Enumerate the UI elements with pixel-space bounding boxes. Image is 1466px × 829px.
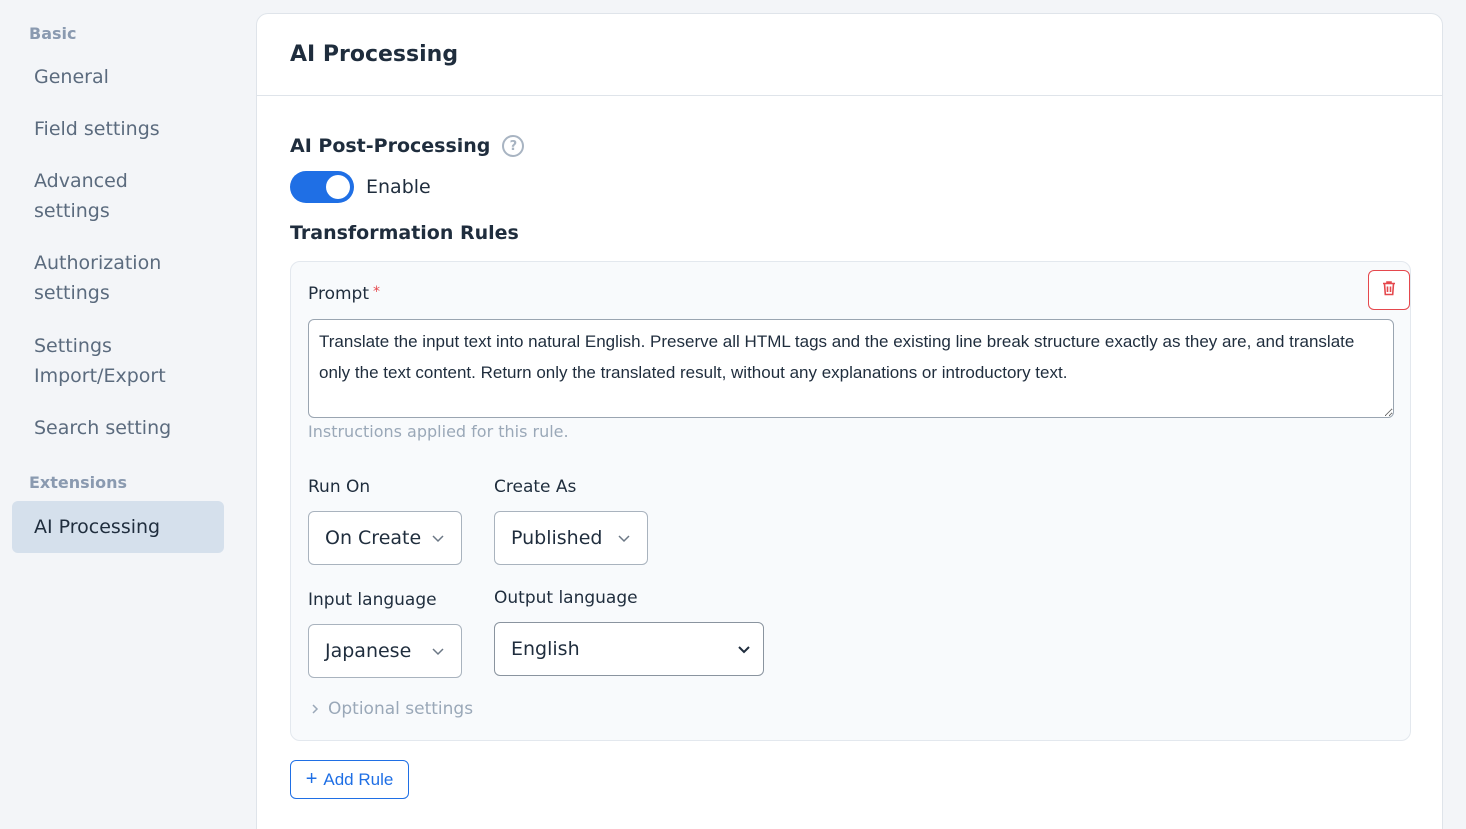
input-language-label: Input language: [308, 590, 437, 610]
sidebar-item-settings-import-export[interactable]: Settings Import/Export: [12, 331, 224, 391]
chevron-down-icon: [432, 535, 444, 543]
prompt-textarea[interactable]: Translate the input text into natural En…: [308, 319, 1394, 418]
optional-settings-label: Optional settings: [328, 699, 474, 719]
sidebar-item-ai-processing[interactable]: AI Processing: [12, 501, 224, 553]
ai-post-processing-row: AI Post-Processing ?: [290, 135, 525, 157]
create-as-select[interactable]: Published: [494, 511, 648, 565]
enable-label: Enable: [366, 176, 431, 198]
sidebar-item-general[interactable]: General: [12, 62, 224, 92]
transformation-rules-title: Transformation Rules: [290, 222, 519, 244]
input-language-value: Japanese: [325, 640, 412, 662]
required-mark: *: [373, 284, 380, 300]
delete-rule-button[interactable]: [1368, 270, 1410, 310]
settings-panel: AI Processing AI Post-Processing ? Enabl…: [256, 13, 1443, 829]
toggle-knob: [326, 175, 350, 199]
add-rule-button[interactable]: + Add Rule: [290, 760, 409, 799]
page-title: AI Processing: [290, 42, 459, 67]
sidebar-section-extensions: Extensions: [29, 473, 128, 492]
output-language-select[interactable]: English: [494, 622, 764, 676]
create-as-label: Create As: [494, 477, 577, 497]
rule-card: Prompt * Translate the input text into na…: [290, 261, 1411, 741]
trash-icon: [1380, 279, 1398, 301]
sidebar-item-authorization-settings[interactable]: Authorization settings: [12, 248, 224, 308]
input-language-select[interactable]: Japanese: [308, 624, 462, 678]
create-as-value: Published: [511, 527, 603, 549]
sidebar-item-field-settings[interactable]: Field settings: [12, 114, 224, 144]
chevron-down-icon: [738, 646, 750, 654]
question-circle-icon[interactable]: ?: [502, 135, 525, 157]
run-on-label: Run On: [308, 477, 371, 497]
chevron-down-icon: [432, 648, 444, 656]
prompt-hint: Instructions applied for this rule.: [308, 422, 569, 441]
sidebar-section-basic: Basic: [29, 24, 77, 43]
enable-toggle-row: Enable: [290, 171, 431, 203]
sidebar-item-search-setting[interactable]: Search setting: [12, 413, 224, 443]
output-language-label: Output language: [494, 588, 638, 608]
prompt-label-row: Prompt *: [308, 284, 380, 304]
sidebar: Basic General Field settings Advanced se…: [0, 0, 240, 829]
chevron-down-icon: [618, 535, 630, 543]
chevron-right-icon: [312, 704, 319, 714]
optional-settings-toggle[interactable]: Optional settings: [310, 699, 473, 719]
run-on-select[interactable]: On Create: [308, 511, 462, 565]
sidebar-item-advanced-settings[interactable]: Advanced settings: [12, 166, 224, 226]
prompt-label: Prompt: [308, 284, 369, 304]
plus-icon: +: [305, 768, 318, 790]
panel-header: AI Processing: [257, 14, 1442, 96]
ai-post-processing-label: AI Post-Processing: [290, 135, 491, 157]
output-language-value: English: [511, 638, 580, 660]
add-rule-label: Add Rule: [323, 769, 394, 789]
run-on-value: On Create: [325, 527, 422, 549]
enable-toggle[interactable]: [290, 171, 354, 203]
